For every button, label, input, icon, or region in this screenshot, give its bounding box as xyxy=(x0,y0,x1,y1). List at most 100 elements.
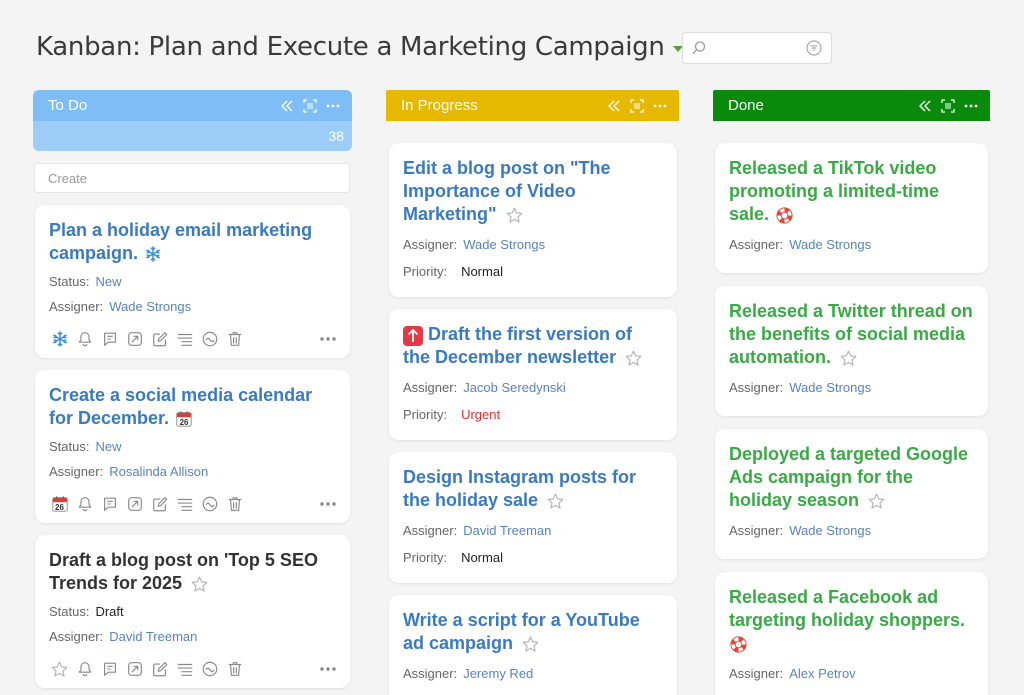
comment-icon[interactable] xyxy=(97,660,122,678)
card-title[interactable]: Design Instagram posts for the holiday s… xyxy=(403,466,663,512)
card-title[interactable]: Write a script for a YouTube ad campaign xyxy=(403,609,663,655)
create-card-input[interactable]: Create xyxy=(34,163,350,193)
search-box[interactable] xyxy=(682,32,832,64)
assigner-link[interactable]: Jeremy Red xyxy=(463,666,533,681)
more-icon[interactable] xyxy=(315,329,340,349)
assigner-link[interactable]: Wade Strongs xyxy=(789,523,871,538)
column-title: Done xyxy=(728,97,764,114)
edit-icon[interactable] xyxy=(147,495,172,513)
task-card[interactable]: Plan a holiday email marketing campaign.… xyxy=(35,205,350,358)
trash-icon[interactable] xyxy=(222,660,247,678)
card-title[interactable]: Released a Twitter thread on the benefit… xyxy=(729,300,974,369)
comment-icon[interactable] xyxy=(97,495,122,513)
more-icon[interactable] xyxy=(315,659,340,679)
share-icon[interactable] xyxy=(122,495,147,513)
assigner-link[interactable]: Jacob Seredynski xyxy=(463,380,566,395)
status-value[interactable]: New xyxy=(95,439,121,454)
status-row: Status: New xyxy=(49,274,122,289)
task-card[interactable]: Write a script for a YouTube ad campaign… xyxy=(389,595,677,695)
task-card[interactable]: Released a Twitter thread on the benefit… xyxy=(715,286,988,416)
collapse-column-icon[interactable] xyxy=(607,99,621,113)
task-card[interactable]: Create a social media calendar for Decem… xyxy=(35,370,350,523)
priority-row: Priority: Normal xyxy=(403,550,503,565)
emoji-icon[interactable] xyxy=(197,660,222,678)
trash-icon[interactable] xyxy=(222,330,247,348)
collapse-column-icon[interactable] xyxy=(280,99,294,113)
calendar-icon[interactable]: 26 xyxy=(47,495,72,513)
search-input[interactable] xyxy=(711,40,805,56)
task-card[interactable]: Released a Facebook ad targeting holiday… xyxy=(715,572,988,695)
snowflake-icon[interactable] xyxy=(47,330,72,348)
star-icon[interactable] xyxy=(190,575,209,594)
star-icon[interactable] xyxy=(867,492,886,511)
column-title: To Do xyxy=(48,97,88,114)
task-card[interactable]: Released a TikTok video promoting a limi… xyxy=(715,143,988,273)
assigner-row: Assigner: David Treeman xyxy=(403,523,552,538)
bell-icon[interactable] xyxy=(72,660,97,678)
emoji-icon[interactable] xyxy=(197,495,222,513)
star-icon[interactable] xyxy=(624,349,643,368)
column-count-bar: 38 xyxy=(33,121,352,151)
card-action-bar: 26 xyxy=(47,493,340,515)
priority-value[interactable]: Normal xyxy=(461,264,503,279)
status-value[interactable]: Draft xyxy=(95,604,123,619)
assigner-link[interactable]: Alex Petrov xyxy=(789,666,855,681)
assigner-link[interactable]: Wade Strongs xyxy=(109,299,191,314)
assigner-row: Assigner: Jacob Seredynski xyxy=(403,380,566,395)
star-icon[interactable] xyxy=(839,349,858,368)
task-card[interactable]: Deployed a targeted Google Ads campaign … xyxy=(715,429,988,559)
card-title[interactable]: Deployed a targeted Google Ads campaign … xyxy=(729,443,974,512)
list-icon[interactable] xyxy=(172,330,197,348)
list-icon[interactable] xyxy=(172,495,197,513)
edit-icon[interactable] xyxy=(147,660,172,678)
card-title[interactable]: Edit a blog post on "The Importance of V… xyxy=(403,157,663,226)
priority-value[interactable]: Urgent xyxy=(461,407,500,422)
edit-icon[interactable] xyxy=(147,330,172,348)
status-value[interactable]: New xyxy=(95,274,121,289)
column-menu-icon[interactable] xyxy=(964,99,978,113)
bell-icon[interactable] xyxy=(72,495,97,513)
star-icon[interactable] xyxy=(546,492,565,511)
task-card[interactable]: Draft a blog post on 'Top 5 SEO Trends f… xyxy=(35,535,350,688)
star-icon[interactable] xyxy=(521,635,540,654)
assigner-link[interactable]: Rosalinda Allison xyxy=(109,464,208,479)
share-icon[interactable] xyxy=(122,330,147,348)
assigner-row: Assigner: Alex Petrov xyxy=(729,666,856,681)
emoji-icon[interactable] xyxy=(197,330,222,348)
star-icon[interactable] xyxy=(505,206,524,225)
task-card[interactable]: Draft the first version of the December … xyxy=(389,309,677,440)
assigner-link[interactable]: Wade Strongs xyxy=(463,237,545,252)
assigner-row: Assigner: Jeremy Red xyxy=(403,666,534,681)
bell-icon[interactable] xyxy=(72,330,97,348)
comment-icon[interactable] xyxy=(97,330,122,348)
card-title[interactable]: Plan a holiday email marketing campaign. xyxy=(49,219,336,265)
task-card[interactable]: Design Instagram posts for the holiday s… xyxy=(389,452,677,583)
page-title: Kanban: Plan and Execute a Marketing Cam… xyxy=(36,32,665,62)
card-title[interactable]: Create a social media calendar for Decem… xyxy=(49,384,336,430)
collapse-column-icon[interactable] xyxy=(918,99,932,113)
lifebuoy-icon xyxy=(775,206,794,225)
card-title[interactable]: Draft a blog post on 'Top 5 SEO Trends f… xyxy=(49,549,336,595)
task-card[interactable]: Edit a blog post on "The Importance of V… xyxy=(389,143,677,297)
column-menu-icon[interactable] xyxy=(326,99,340,113)
assigner-row: Assigner: Wade Strongs xyxy=(49,299,192,314)
priority-row: Priority: Urgent xyxy=(403,407,501,422)
card-title[interactable]: Released a TikTok video promoting a limi… xyxy=(729,157,974,226)
trash-icon[interactable] xyxy=(222,495,247,513)
card-title[interactable]: Released a Facebook ad targeting holiday… xyxy=(729,586,974,660)
select-cards-icon[interactable] xyxy=(303,99,317,113)
star-icon[interactable] xyxy=(47,660,72,679)
select-cards-icon[interactable] xyxy=(941,99,955,113)
assigner-link[interactable]: David Treeman xyxy=(463,523,551,538)
assigner-link[interactable]: Wade Strongs xyxy=(789,237,871,252)
list-icon[interactable] xyxy=(172,660,197,678)
filter-icon[interactable] xyxy=(805,39,823,57)
share-icon[interactable] xyxy=(122,660,147,678)
more-icon[interactable] xyxy=(315,494,340,514)
priority-value[interactable]: Normal xyxy=(461,550,503,565)
assigner-link[interactable]: David Treeman xyxy=(109,629,197,644)
card-title[interactable]: Draft the first version of the December … xyxy=(403,323,663,369)
assigner-link[interactable]: Wade Strongs xyxy=(789,380,871,395)
select-cards-icon[interactable] xyxy=(630,99,644,113)
column-menu-icon[interactable] xyxy=(653,99,667,113)
